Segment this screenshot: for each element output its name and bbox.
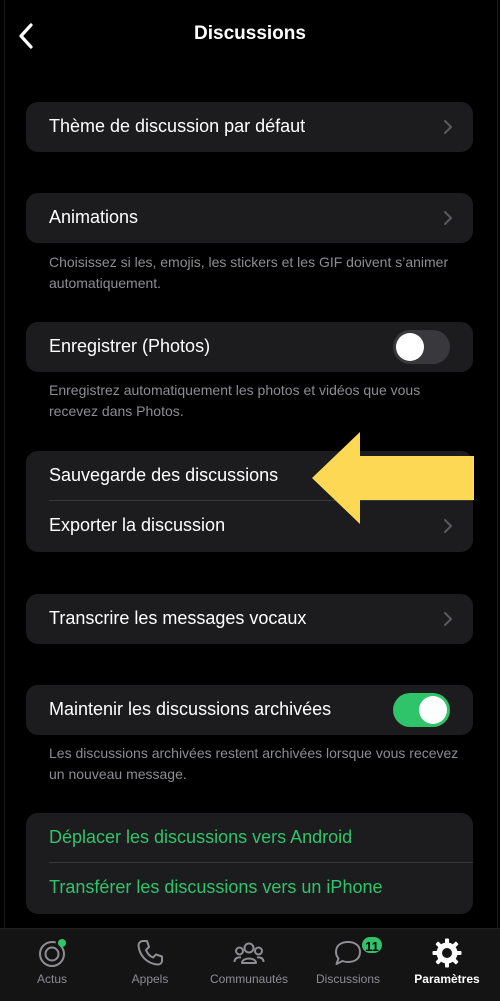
chevron-right-icon (444, 612, 452, 626)
save-photos-footnote: Enregistrez automatiquement les photos e… (49, 382, 421, 419)
communities-icon (233, 942, 265, 964)
chevron-right-icon (444, 211, 452, 225)
phone-icon (137, 940, 163, 966)
tab-label: Communautés (209, 972, 289, 986)
save-photos-toggle[interactable] (393, 330, 450, 364)
tab-bar: Actus Appels Communautés 11 Discussions (0, 928, 500, 1001)
transfer-to-iphone-link: Transférer les discussions vers un iPhon… (49, 877, 383, 897)
export-chat-label: Exporter la discussion (49, 515, 226, 535)
page-title: Discussions (194, 23, 306, 44)
toggle-knob (419, 696, 447, 724)
yellow-arrow-annotation (312, 432, 474, 524)
animations-row[interactable]: Animations (26, 193, 473, 243)
keep-archived-row: Maintenir les discussions archivées (26, 685, 473, 735)
transfer-to-iphone-row[interactable]: Transférer les discussions vers un iPhon… (26, 863, 473, 913)
keep-archived-toggle[interactable] (393, 693, 450, 727)
tab-updates[interactable]: Actus (2, 929, 102, 1001)
save-photos-row: Enregistrer (Photos) (26, 322, 473, 372)
chat-backup-label: Sauvegarde des discussions (49, 465, 279, 485)
settings-gear-icon (432, 938, 462, 968)
keep-archived-label: Maintenir les discussions archivées (49, 699, 332, 719)
keep-archived-group: Maintenir les discussions archivées (26, 685, 473, 735)
tab-communities[interactable]: Communautés (199, 929, 299, 1001)
save-photos-group: Enregistrer (Photos) (26, 322, 473, 372)
theme-group: Thème de discussion par défaut (26, 102, 473, 152)
transcribe-voice-row[interactable]: Transcrire les messages vocaux (26, 594, 473, 644)
tab-label: Appels (131, 972, 169, 986)
transcribe-group: Transcrire les messages vocaux (26, 594, 473, 644)
keep-archived-footnote: Les discussions archivées restent archiv… (49, 745, 459, 782)
tab-label: Paramètres (414, 972, 480, 986)
save-photos-label: Enregistrer (Photos) (49, 336, 211, 356)
unread-badge: 11 (360, 935, 384, 955)
tab-label: Discussions (315, 972, 381, 986)
transfer-group: Déplacer les discussions vers Android Tr… (26, 813, 473, 914)
chats-icon (335, 941, 361, 965)
tab-chats[interactable]: 11 Discussions (298, 929, 398, 1001)
default-chat-theme-row[interactable]: Thème de discussion par défaut (26, 102, 473, 152)
transcribe-voice-label: Transcrire les messages vocaux (49, 608, 307, 628)
chevron-right-icon (444, 120, 452, 134)
move-to-android-link: Déplacer les discussions vers Android (49, 827, 353, 847)
toggle-knob (396, 333, 424, 361)
default-chat-theme-label: Thème de discussion par défaut (49, 116, 306, 136)
tab-label: Actus (36, 972, 67, 986)
updates-icon (39, 939, 66, 967)
animations-group: Animations (26, 193, 473, 243)
animations-footnote: Choisissez si les, emojis, les stickers … (49, 254, 449, 291)
move-to-android-row[interactable]: Déplacer les discussions vers Android (26, 813, 473, 863)
tab-calls[interactable]: Appels (100, 929, 200, 1001)
tab-settings[interactable]: Paramètres (397, 929, 497, 1001)
nav-header: Discussions (0, 0, 500, 70)
animations-label: Animations (49, 207, 139, 227)
